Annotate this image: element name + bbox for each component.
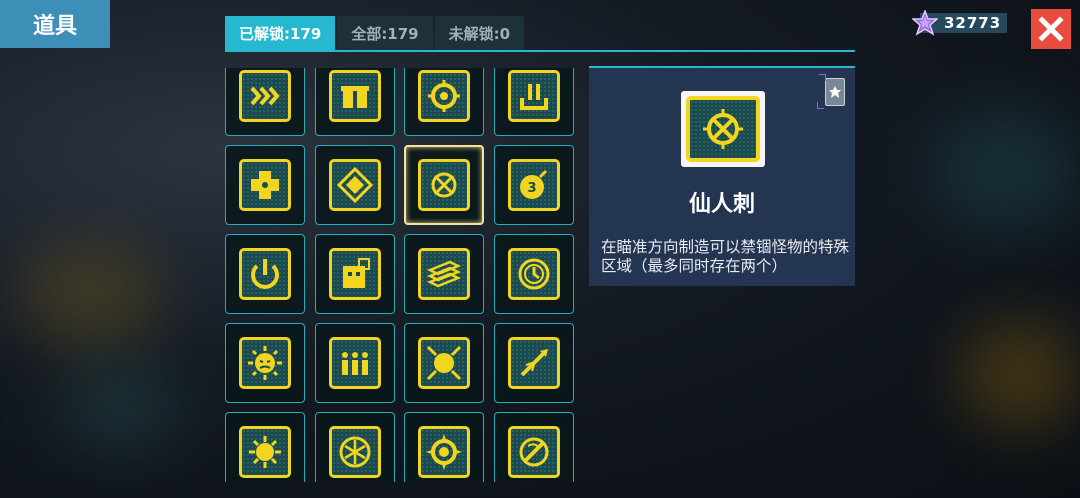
svg-text:3: 3 [527, 181, 536, 196]
corner-bracket [817, 102, 824, 109]
item-slot[interactable] [315, 234, 395, 314]
item-slot[interactable] [404, 323, 484, 403]
chevrons-right-icon [239, 70, 291, 122]
item-slot[interactable] [404, 68, 484, 136]
item-name: 仙人刺 [688, 192, 755, 217]
currency-display: 32773 [912, 10, 1008, 36]
background-glow [60, 360, 180, 450]
item-slot[interactable] [315, 145, 395, 225]
cactus-spike-icon [686, 96, 760, 162]
item-slot[interactable] [494, 412, 574, 482]
tab-locked[interactable]: 未解锁:0 [434, 16, 525, 50]
item-slot[interactable] [315, 68, 395, 136]
puzzle-cross-icon [239, 159, 291, 211]
item-slot[interactable] [494, 323, 574, 403]
item-slot[interactable] [225, 145, 305, 225]
power-button-icon [239, 248, 291, 300]
item-slot[interactable] [315, 323, 395, 403]
filter-tabs: 已解锁:179 全部:179 未解锁:0 [225, 16, 526, 50]
stacked-cards-icon [418, 248, 470, 300]
item-slot[interactable] [225, 323, 305, 403]
item-detail-panel: 仙人刺 在瞄准方向制造可以禁锢怪物的特殊区域（最多同时存在两个） [589, 68, 855, 286]
item-slot[interactable]: 3 [494, 145, 574, 225]
item-slot[interactable] [494, 68, 574, 136]
detail-icon-frame [681, 91, 765, 167]
item-slot[interactable] [494, 234, 574, 314]
close-icon [1038, 16, 1064, 42]
cactus-spike-icon [418, 159, 470, 211]
item-slot[interactable] [404, 412, 484, 482]
corner-bracket [819, 74, 826, 81]
tab-all[interactable]: 全部:179 [337, 16, 433, 50]
item-description: 在瞄准方向制造可以禁锢怪物的特殊区域（最多同时存在两个） [601, 238, 850, 275]
tab-unlocked[interactable]: 已解锁:179 [225, 16, 336, 50]
three-people-icon [329, 337, 381, 389]
sun-frame-icon [418, 337, 470, 389]
bomb-3-icon: 3 [508, 159, 560, 211]
spiked-ring-icon [418, 426, 470, 478]
rocket-slash-icon [508, 337, 560, 389]
close-button[interactable] [1031, 9, 1071, 49]
gear-burst-icon [239, 426, 291, 478]
item-slot[interactable] [225, 68, 305, 136]
background-glow [960, 320, 1080, 430]
tab-underline [225, 50, 855, 52]
power-plug-icon [508, 70, 560, 122]
swirl-slash-icon [508, 426, 560, 478]
gift-box-icon [329, 70, 381, 122]
target-ring-icon [418, 70, 470, 122]
gem-star-icon [912, 10, 938, 36]
clock-dial-icon [508, 248, 560, 300]
item-slot[interactable] [225, 234, 305, 314]
diamond-icon [329, 159, 381, 211]
item-slot[interactable] [404, 234, 484, 314]
item-slot[interactable] [225, 412, 305, 482]
page-title: 道具 [0, 0, 110, 48]
item-slot[interactable] [404, 145, 484, 225]
snowflake-icon [329, 426, 381, 478]
background-glow [930, 110, 1080, 230]
item-badge-icon [825, 78, 845, 106]
item-slot[interactable] [315, 412, 395, 482]
background-glow [20, 240, 160, 350]
cube-robot-icon [329, 248, 381, 300]
angry-sun-icon [239, 337, 291, 389]
item-grid: 3 [225, 68, 577, 482]
